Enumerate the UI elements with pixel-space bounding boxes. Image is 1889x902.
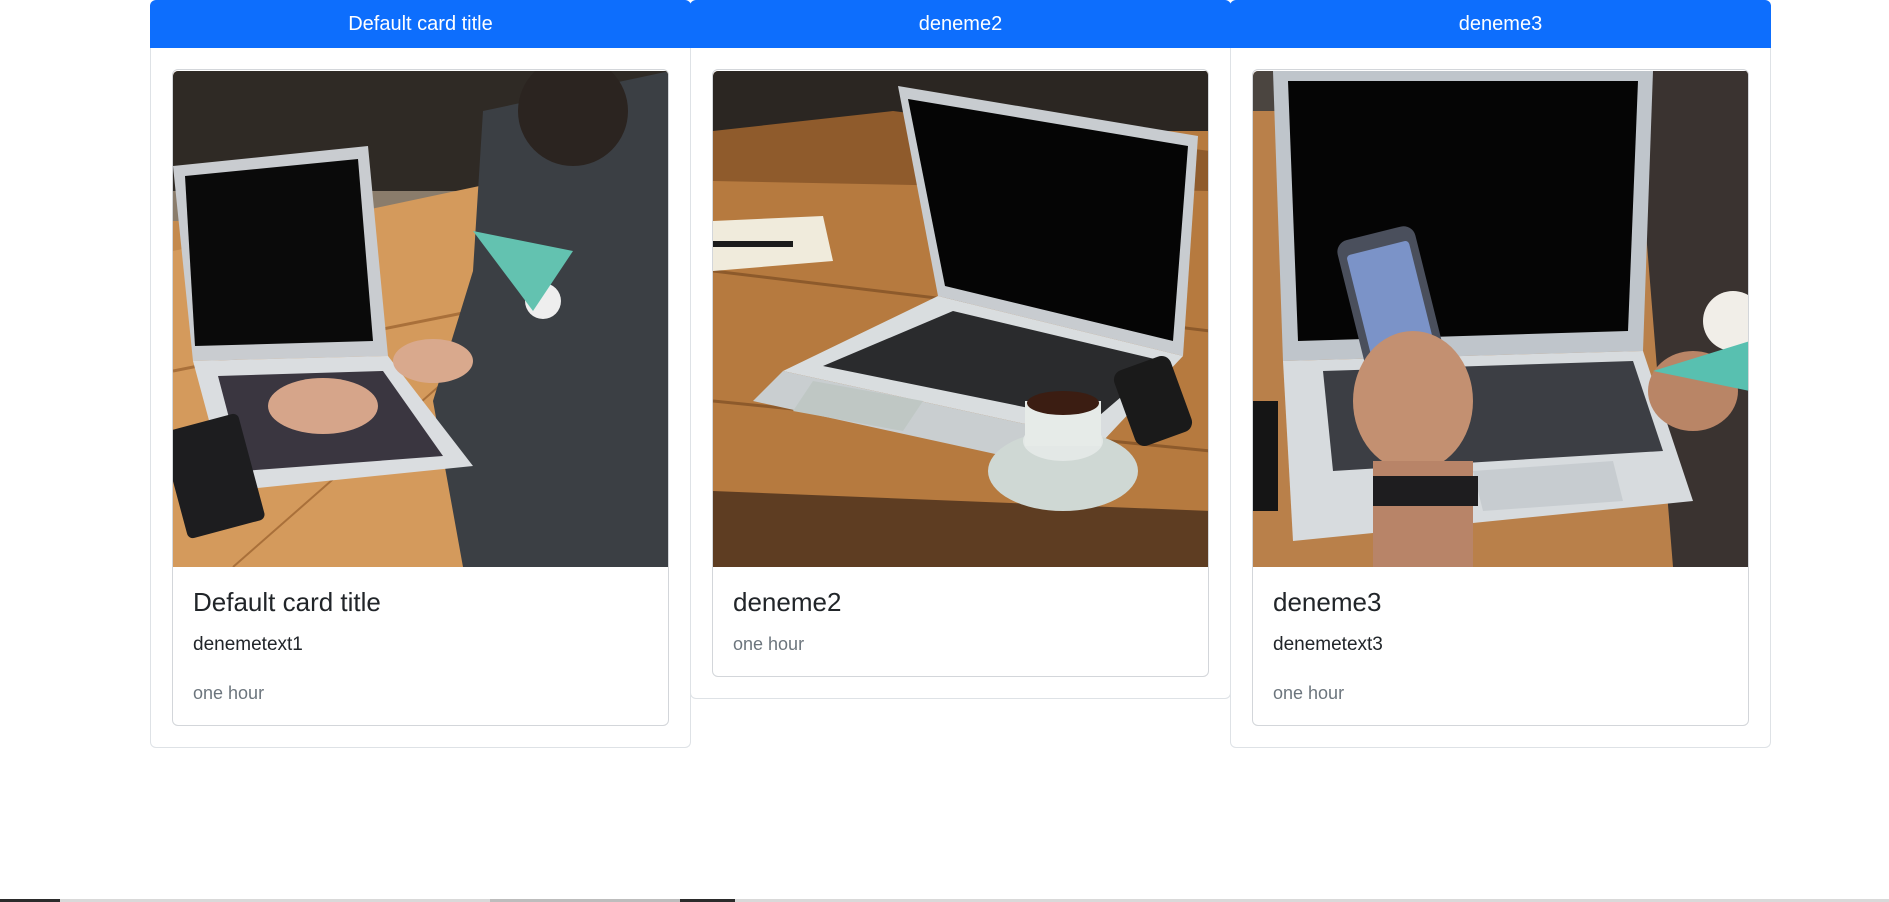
- card-column-3: deneme3 deneme3 denemetext3 one hour: [1230, 0, 1771, 748]
- card-column-body-1: Default card title denemetext1 one hour: [150, 48, 691, 748]
- card-column-1: Default card title Default card title de…: [150, 0, 691, 748]
- card-meta-1: one hour: [193, 682, 265, 703]
- card-body-1: Default card title denemetext1 one hour: [173, 567, 668, 725]
- card-2[interactable]: deneme2 one hour: [712, 69, 1209, 678]
- page: Default card title Default card title de…: [0, 0, 1889, 902]
- card-1[interactable]: Default card title denemetext1 one hour: [172, 69, 669, 726]
- card-column-body-2: deneme2 one hour: [690, 48, 1231, 700]
- card-title-3: deneme3: [1273, 587, 1382, 617]
- laptop-phone-photo-icon: [1253, 71, 1748, 567]
- card-column-2: deneme2 deneme2 one hour: [690, 0, 1231, 700]
- card-body-2: deneme2 one hour: [713, 567, 1208, 676]
- card-column-body-3: deneme3 denemetext3 one hour: [1230, 48, 1771, 748]
- card-title-2: deneme2: [733, 587, 842, 617]
- laptop-coffee-photo-icon: [713, 71, 1208, 567]
- card-meta-2: one hour: [733, 634, 805, 655]
- card-header-button-2[interactable]: deneme2: [690, 0, 1231, 48]
- card-header-button-1[interactable]: Default card title: [150, 0, 691, 48]
- card-text-1: denemetext1: [193, 634, 303, 656]
- laptop-typing-photo-icon: [173, 71, 668, 567]
- card-header-button-3[interactable]: deneme3: [1230, 0, 1771, 48]
- card-3[interactable]: deneme3 denemetext3 one hour: [1252, 69, 1749, 726]
- card-meta-3: one hour: [1273, 682, 1345, 703]
- card-text-3: denemetext3: [1273, 634, 1383, 656]
- card-body-3: deneme3 denemetext3 one hour: [1253, 567, 1748, 725]
- card-title-1: Default card title: [193, 587, 381, 617]
